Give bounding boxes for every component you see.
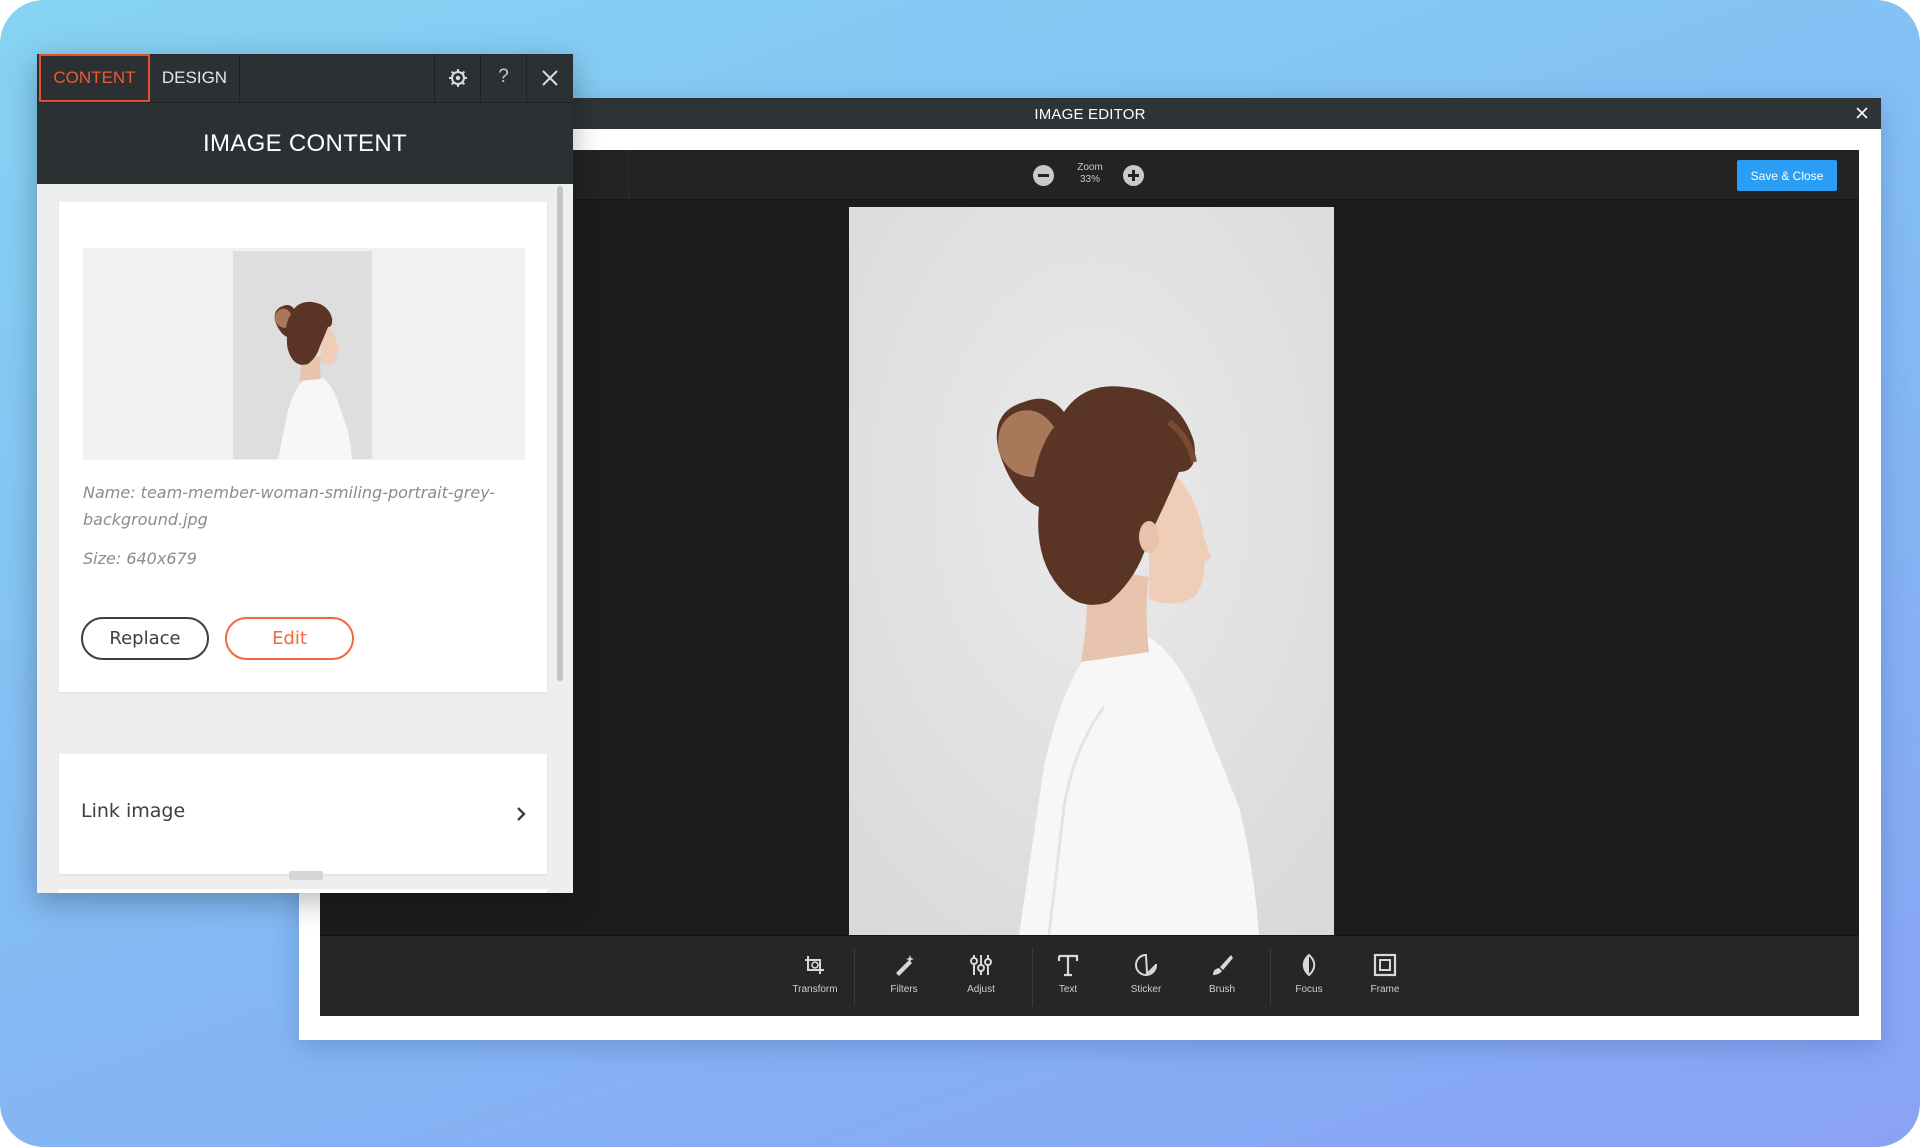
link-image-row[interactable]: Link image [59,754,547,874]
divider [854,948,855,1006]
zoom-label: Zoom [1077,162,1103,173]
adjust-icon [970,955,992,975]
tool-label: Brush [1208,984,1236,995]
image-content-panel: CONTENT DESIGN ? IMAGE CONTENT Name: tea… [37,54,573,893]
transform-icon [805,956,824,974]
close-icon[interactable] [1853,104,1871,122]
editor-tool-bar: Transform Filters Adjust Text Sticker Br… [320,935,1859,1016]
panel-body: Name: team-member-woman-smiling-portrait… [37,184,573,893]
gear-icon [449,69,467,87]
tool-transform[interactable]: Transform [777,952,853,1008]
help-icon: ? [498,66,509,87]
tool-label: Transform [792,984,838,995]
portrait-thumbnail [233,251,372,459]
frame-icon [1373,953,1397,977]
tab-content[interactable]: CONTENT [39,54,150,102]
zoom-out-button[interactable] [1033,165,1054,186]
close-icon [542,70,558,86]
tool-label: Filters [890,984,918,995]
panel-resize-handle[interactable] [289,871,323,880]
chevron-right-icon [517,807,526,821]
zoom-readout: Zoom 33% [1061,162,1119,186]
panel-title: IMAGE CONTENT [37,102,573,184]
tool-sticker[interactable]: Sticker [1108,952,1184,1008]
sticker-icon [1135,953,1157,976]
tool-focus[interactable]: Focus [1271,952,1347,1008]
focus-icon [1302,953,1316,977]
brush-icon [1213,955,1233,975]
tool-frame[interactable]: Frame [1347,952,1423,1008]
tool-brush[interactable]: Brush [1184,952,1260,1008]
save-close-button[interactable]: Save & Close [1737,160,1837,191]
edit-button[interactable]: Edit [225,617,354,660]
divider [628,150,629,200]
tool-label: Adjust [967,984,995,995]
tab-design[interactable]: DESIGN [150,54,240,102]
zoom-in-button[interactable] [1123,165,1144,186]
tool-label: Text [1058,984,1078,995]
filters-icon [896,955,914,976]
image-name: Name: team-member-woman-smiling-portrait… [83,483,495,529]
zoom-value: 33% [1079,174,1100,185]
image-thumbnail-frame [83,248,525,460]
panel-scrollbar[interactable] [557,186,563,681]
panel-close-button[interactable] [526,54,572,102]
tool-filters[interactable]: Filters [866,952,942,1008]
help-button[interactable]: ? [480,54,526,102]
image-thumbnail[interactable] [233,251,372,459]
replace-button[interactable]: Replace [81,617,209,660]
text-icon [1057,954,1079,977]
link-image-label: Link image [81,800,186,822]
tool-label: Sticker [1130,984,1162,995]
portrait-photo [849,207,1334,935]
next-card [59,889,547,893]
tool-label: Frame [1370,984,1400,995]
image-card: Name: team-member-woman-smiling-portrait… [59,202,547,692]
tool-text[interactable]: Text [1030,952,1106,1008]
zoom-control: Zoom 33% [1033,160,1153,190]
tool-label: Focus [1295,984,1323,995]
settings-button[interactable] [434,54,480,102]
canvas-photo[interactable] [849,207,1334,935]
tool-adjust[interactable]: Adjust [943,952,1019,1008]
image-size: Size: 640x679 [83,549,197,568]
panel-tab-bar: CONTENT DESIGN ? [37,54,573,102]
